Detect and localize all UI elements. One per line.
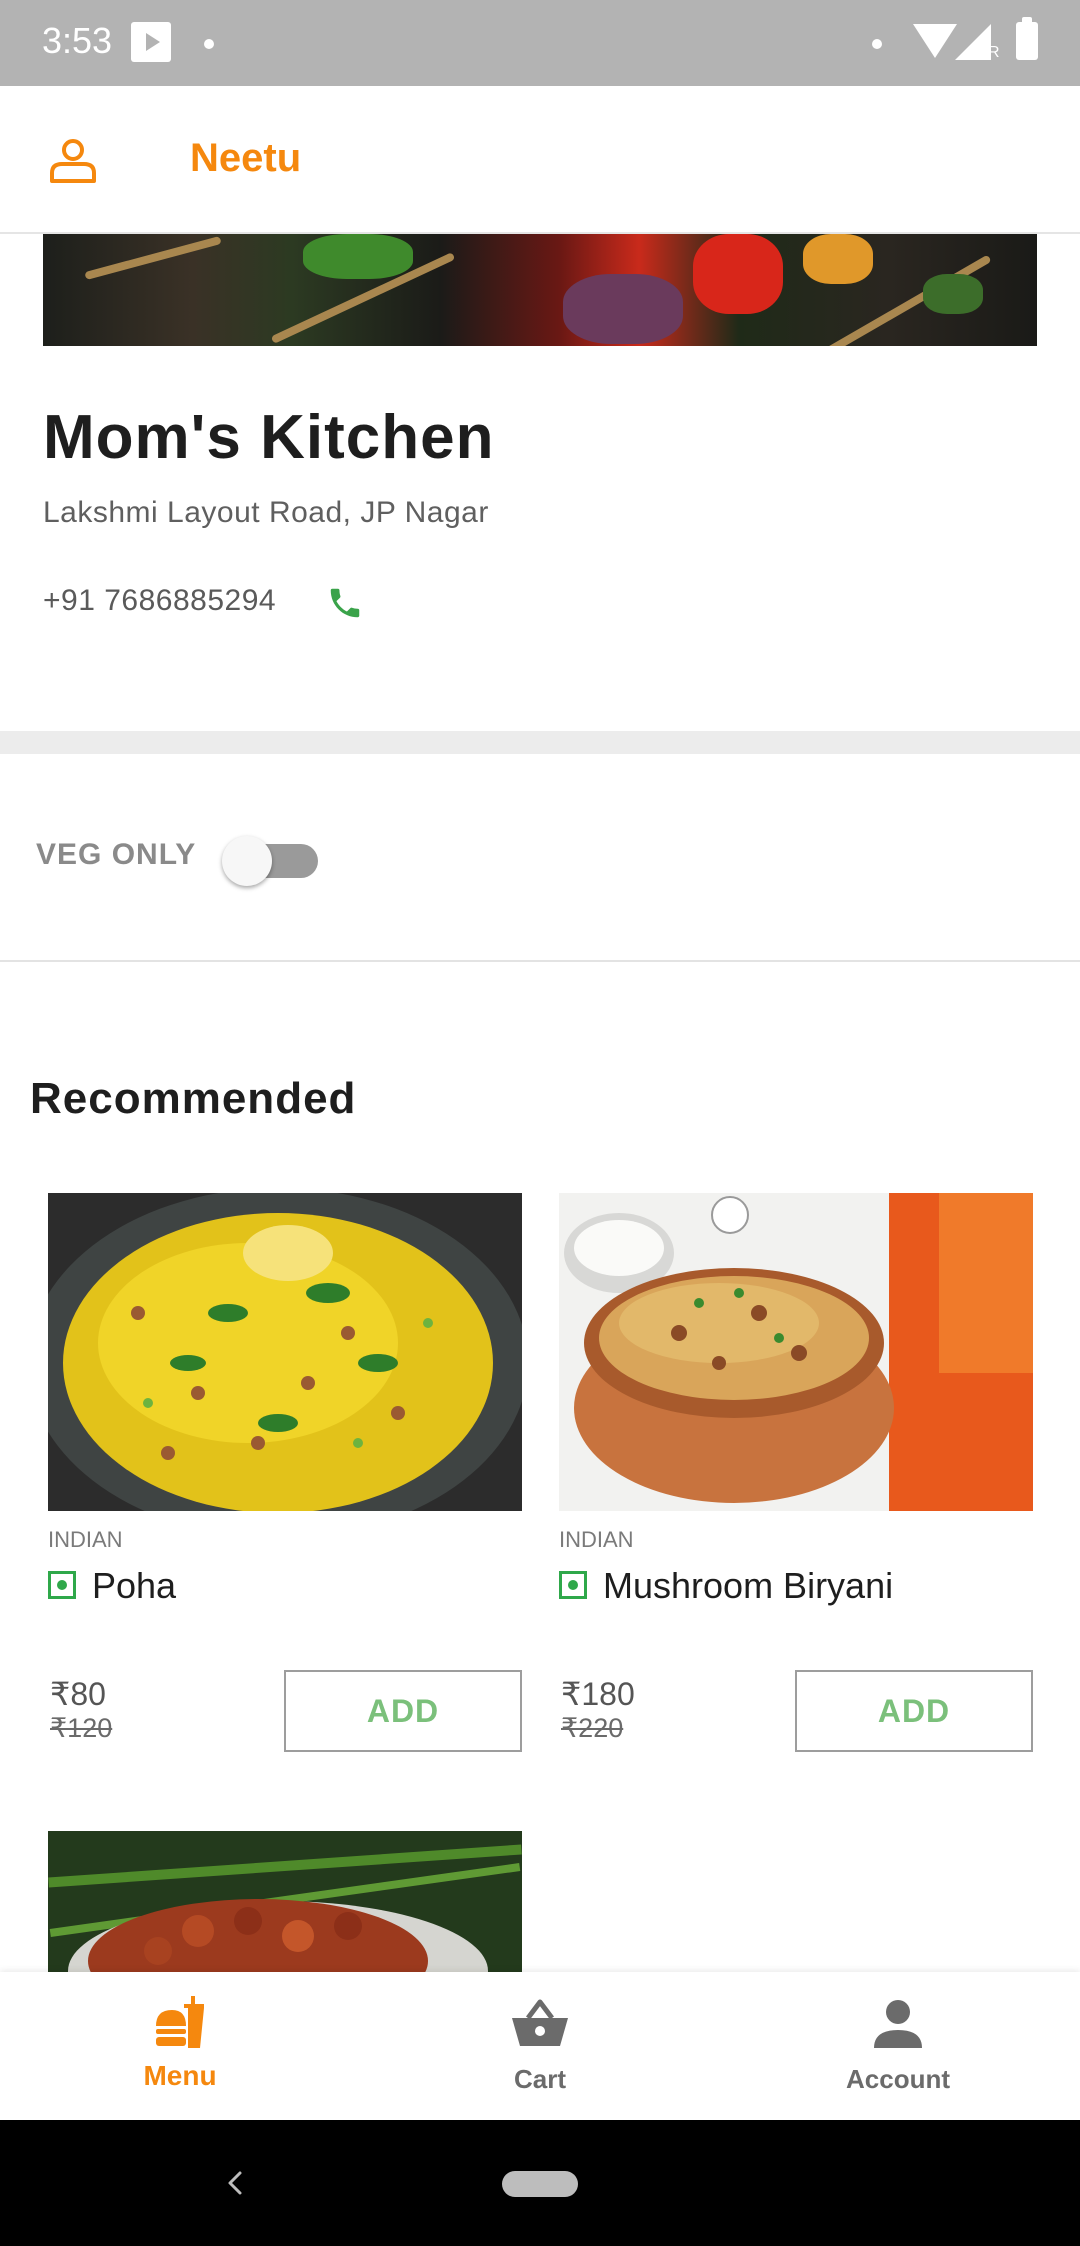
- dish-name[interactable]: Mushroom Biryani: [603, 1565, 893, 1607]
- roaming-indicator: R: [988, 44, 1000, 61]
- dish-card: INDIAN Poha ₹80 ₹120 ADD: [48, 1193, 522, 1755]
- account-icon: [874, 2000, 922, 2048]
- dish-price: ₹80: [50, 1676, 106, 1712]
- section-divider: [0, 731, 1080, 754]
- burger-menu-icon: [156, 1996, 204, 2048]
- bottom-navigation: Menu Cart Account: [0, 1972, 1080, 2120]
- nav-label-menu: Menu: [143, 2060, 217, 2091]
- status-time: 3:53: [42, 20, 113, 61]
- restaurant-name: Mom's Kitchen: [43, 403, 495, 472]
- restaurant-banner-image: [43, 234, 1037, 346]
- status-bar: 3:53 R: [0, 0, 1080, 86]
- veg-only-label: VEG ONLY: [36, 838, 197, 871]
- home-button[interactable]: [502, 2171, 578, 2197]
- veg-only-toggle[interactable]: [222, 832, 322, 886]
- cell-signal-icon: [955, 24, 991, 60]
- dish-original-price: ₹120: [50, 1713, 113, 1743]
- filter-divider: [0, 960, 1080, 962]
- basket-icon: [512, 1999, 568, 2046]
- nav-label-cart: Cart: [513, 2064, 566, 2094]
- notification-dot-icon: [872, 39, 882, 49]
- battery-icon: [1016, 17, 1038, 60]
- dish-card: [48, 1831, 522, 1972]
- system-navigation-bar: [0, 2120, 1080, 2246]
- add-to-cart-button[interactable]: ADD: [284, 1670, 522, 1752]
- user-name[interactable]: Neetu: [190, 136, 301, 181]
- dish-card: INDIAN Mushroom Biryani ₹180 ₹220 ADD: [559, 1193, 1033, 1755]
- dish-image[interactable]: [48, 1193, 522, 1511]
- nav-item-cart[interactable]: Cart: [440, 1972, 640, 2120]
- phone-icon[interactable]: [326, 584, 364, 622]
- wifi-icon: [913, 24, 957, 58]
- screen: 3:53 R Neetu Mom's Kitchen Lakshmi Layou…: [0, 0, 1080, 2246]
- dish-price: ₹180: [561, 1676, 635, 1712]
- toggle-knob: [222, 836, 272, 886]
- nav-item-account[interactable]: Account: [798, 1972, 998, 2120]
- veg-indicator-icon: [48, 1571, 76, 1599]
- nav-label-account: Account: [846, 2064, 950, 2094]
- dish-cuisine: INDIAN: [559, 1527, 634, 1552]
- app-header: Neetu: [0, 86, 1080, 234]
- add-to-cart-button[interactable]: ADD: [795, 1670, 1033, 1752]
- dish-name[interactable]: Poha: [92, 1565, 176, 1607]
- restaurant-address: Lakshmi Layout Road, JP Nagar: [43, 496, 489, 529]
- dish-image[interactable]: [48, 1831, 522, 1972]
- dish-original-price: ₹220: [561, 1713, 624, 1743]
- recommended-title: Recommended: [30, 1074, 357, 1123]
- person-outline-icon[interactable]: [48, 138, 98, 184]
- screen-cast-icon: [131, 22, 171, 62]
- nav-item-menu[interactable]: Menu: [80, 1972, 280, 2120]
- notification-dot-icon: [204, 39, 214, 49]
- dish-image[interactable]: [559, 1193, 1033, 1511]
- restaurant-phone[interactable]: +91 7686885294: [43, 584, 276, 618]
- veg-indicator-icon: [559, 1571, 587, 1599]
- dish-cuisine: INDIAN: [48, 1527, 123, 1552]
- back-icon[interactable]: [220, 2160, 250, 2206]
